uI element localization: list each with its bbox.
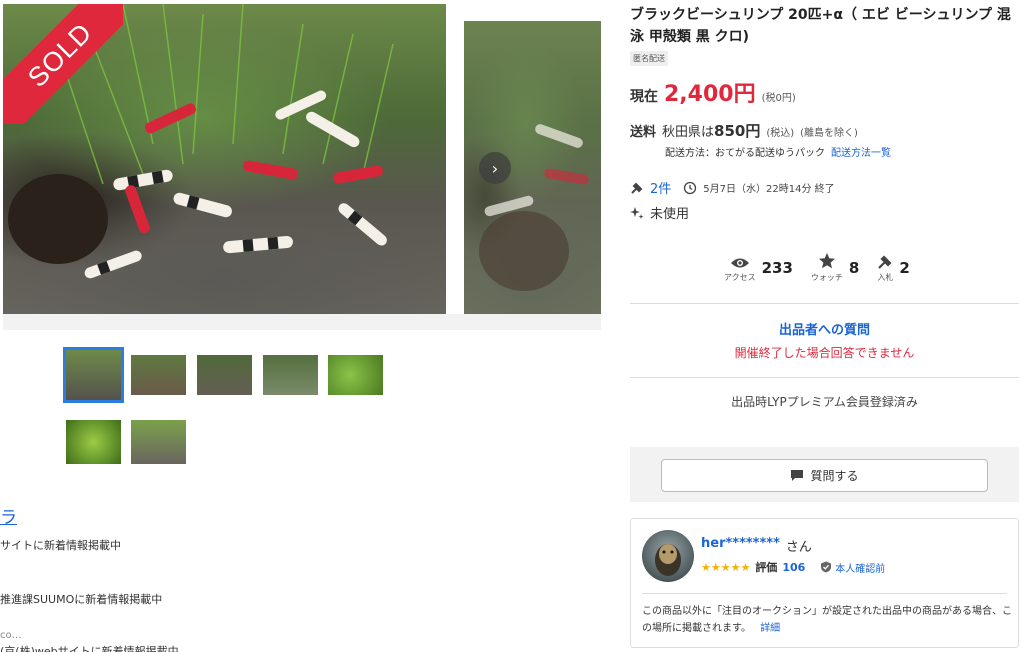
rating-stars: ★★★★★ [701,560,751,574]
sold-label: SOLD [3,4,123,124]
verification-label[interactable]: 本人確認前 [835,560,885,575]
main-product-image[interactable]: SOLD [3,4,446,330]
stat-bids: 入札 2 [877,252,910,283]
condition-row: 未使用 [630,203,689,222]
thumbnail-1[interactable] [63,347,124,403]
seller-rating-row: ★★★★★ 評価 106 本人確認前 [701,559,885,575]
stat-watch-label: ウォッチ [810,273,843,282]
seller-card: her******** さん ★★★★★ 評価 106 本人確認前 この商品以外… [630,518,1019,648]
featured-auction-detail-link[interactable]: 詳細 [760,623,780,634]
shipping-exclusion: (離島を除く) [800,128,858,139]
rating-value[interactable]: 106 [782,561,805,574]
thumbnail-2[interactable] [131,355,186,395]
gavel-icon [878,255,892,269]
seller-question-link[interactable]: 出品者への質問 [630,319,1019,338]
stat-watch: ウォッチ 8 [811,252,859,283]
clock-icon [684,181,697,194]
stat-bids-label: 入札 [877,273,894,282]
left-panel-line-3: co… [0,630,22,641]
sparkle-icon [630,206,644,219]
verification-status: 本人確認前 [820,560,885,575]
price-label: 現在 [630,89,658,105]
eye-icon [730,258,749,268]
rating-label: 評価 [755,561,778,574]
ask-question-section: 質問する [630,447,1019,502]
ask-question-label: 質問する [810,469,859,483]
seller-name[interactable]: her******** [701,536,780,555]
thumbnail-image [66,420,121,464]
shipping-method: 配送方法：おてがる配送ゆうパック 配送方法一覧 [665,144,891,159]
anonymous-shipping-badge: 匿名配送 [630,51,668,66]
stat-bids-value: 2 [899,259,910,277]
stat-access-value: 233 [761,259,793,277]
thumbnail-4[interactable] [263,355,318,395]
avatar-image [655,544,681,576]
left-panel-line-1[interactable]: サイトに新着情報掲載中 [0,537,121,553]
thumbnail-image [197,355,252,395]
divider [630,377,1019,378]
stat-access: アクセス 233 [724,252,793,283]
thumbnail-image [131,355,186,395]
avatar[interactable] [642,530,694,582]
shipping-region-text: 秋田県は [662,125,715,140]
shield-check-icon [821,561,832,573]
end-time: 5月7日（水）22時14分 終了 [703,184,835,195]
condition-value: 未使用 [650,207,690,222]
thumbnail-image [131,420,186,464]
question-closed-note: 開催終了した場合回答できません [734,346,915,360]
shipping-price: 850円 [714,122,761,140]
divider [630,303,1019,304]
shipping-label: 送料 [630,125,657,140]
chevron-right-icon[interactable]: › [479,152,511,184]
stat-watch-value: 8 [848,259,860,277]
shipping-region: 秋田県は850円 [662,120,760,141]
premium-member-note: 出品時LYPプレミアム会員登録済み [731,395,918,409]
featured-auction-note: この商品以外に「注目のオークション」が設定された出品中の商品がある場合、この場所… [642,603,1012,637]
left-panel-line-2[interactable]: 推進課SUUMOに新着情報掲載中 [0,591,162,607]
divider [642,593,1007,594]
thumbnail-image [66,350,121,400]
featured-auction-note-text: この商品以外に「注目のオークション」が設定された出品中の商品がある場合、この場所… [642,606,1012,634]
image-footer-bar [3,314,601,330]
chat-bubble-icon [791,470,804,481]
stat-access-label: アクセス [724,273,756,282]
shipping-method-label: 配送方法：おてがる配送ゆうパック [665,148,825,159]
price-row: 現在 2,400円 (税0円) [630,76,796,108]
ask-question-button[interactable]: 質問する [661,459,988,492]
price-value: 2,400円 [664,82,756,107]
item-title: ブラックビーシュリンプ 20匹+α（ エビ ビーシュリンプ 混泳 甲殻類 黒 ク… [630,7,1011,45]
bid-count[interactable]: 2件 [650,178,671,197]
left-panel-line-4[interactable]: (京(株)webサイトに新着情報掲載中 [0,643,179,652]
thumbnail-3[interactable] [197,355,252,395]
thumbnail-6[interactable] [66,420,121,464]
star-icon [818,253,835,269]
bid-time-row: 2件 5月7日（水）22時14分 終了 [630,178,835,197]
seller-honorific: さん [785,540,812,555]
shipping-row: 送料 秋田県は850円 (税込) (離島を除く) [630,120,858,141]
shipping-tax: (税込) [766,128,795,139]
seller-name-row: her******** さん [701,536,812,555]
stats-row: アクセス 233 ウォッチ 8 入札 2 [724,252,910,283]
thumbnail-5[interactable] [328,355,383,395]
price-tax-note: (税0円) [761,93,796,104]
left-panel-link[interactable]: ラ [0,503,17,528]
sold-ribbon: SOLD [3,4,123,124]
gavel-icon [631,182,643,194]
thumbnail-7[interactable] [131,420,186,464]
thumbnail-image [328,355,383,395]
thumbnail-image [263,355,318,395]
shipping-method-link[interactable]: 配送方法一覧 [831,144,891,159]
